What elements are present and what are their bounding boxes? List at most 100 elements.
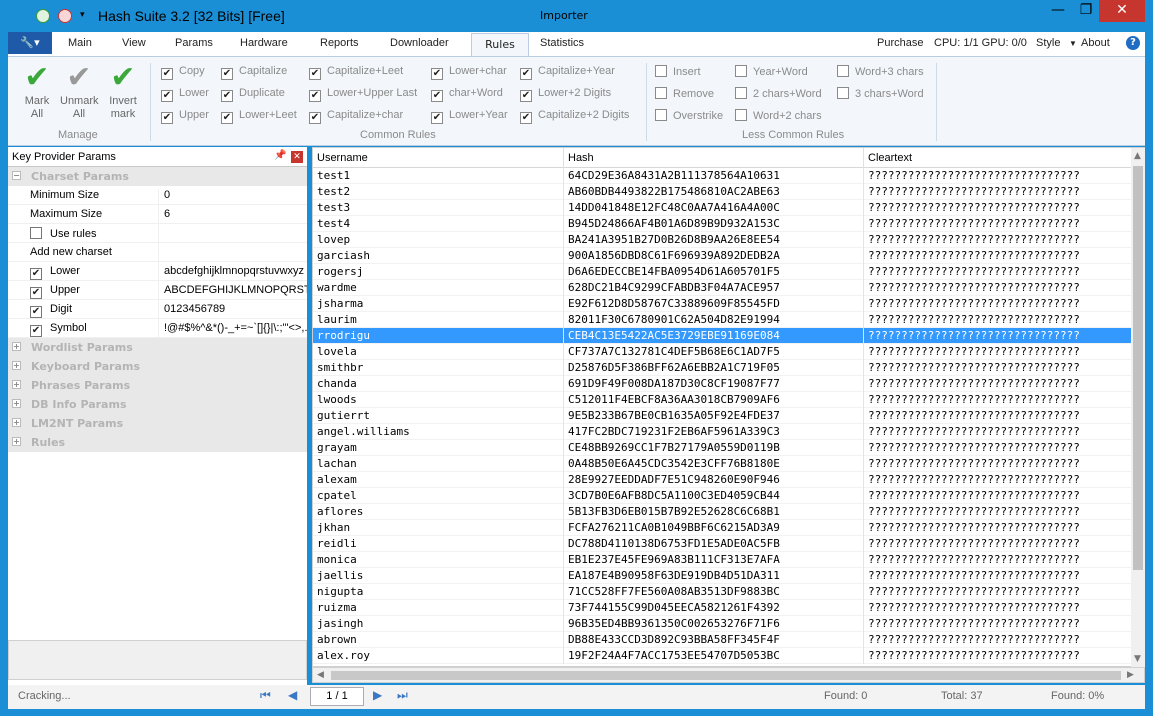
- param-row-lower[interactable]: ✔ Lower abcdefghijklmnopqrstuvwxyz: [8, 262, 307, 284]
- mark-all-button[interactable]: ✔ Mark All: [18, 61, 56, 121]
- scroll-thumb[interactable]: [331, 671, 1121, 680]
- rule-capitalize-char[interactable]: ✔ Capitalize+char: [309, 109, 403, 125]
- table-row[interactable]: test4 B945D24866AF4B01A6D89B9D932A153C???…: [313, 216, 1131, 232]
- last-page-icon[interactable]: ⏭: [397, 688, 408, 703]
- tab-downloader[interactable]: Downloader: [390, 37, 449, 49]
- expand-icon[interactable]: +: [12, 361, 21, 370]
- table-row[interactable]: test1 64CD29E36A8431A2B111378564A10631???…: [313, 168, 1131, 184]
- expand-icon[interactable]: +: [12, 418, 21, 427]
- param-row[interactable]: Minimum Size 0: [8, 186, 307, 208]
- table-row[interactable]: lovep BA241A3951B27D0B26D8B9AA26E8EE54???…: [313, 232, 1131, 248]
- rule-copy[interactable]: ✔ Copy: [161, 65, 205, 81]
- invert-mark-button[interactable]: ✔ Invert mark: [104, 61, 142, 121]
- table-row[interactable]: grayam CE48BB9269CC1F7B27179A0559D0119B??…: [313, 440, 1131, 456]
- rule-lower-2-digits[interactable]: ✔ Lower+2 Digits: [520, 87, 611, 103]
- table-row[interactable]: cpatel 3CD7B0E6AFB8DC5A1100C3ED4059CB44??…: [313, 488, 1131, 504]
- checkbox[interactable]: [30, 227, 42, 239]
- purchase-link[interactable]: Purchase: [877, 37, 923, 49]
- table-row[interactable]: lovela CF737A7C132781C4DEF5B68E6C1AD7F5??…: [313, 344, 1131, 360]
- table-row[interactable]: jasingh 96B35ED4BB9361350C002653276F71F6?…: [313, 616, 1131, 632]
- checkbox[interactable]: ✔: [30, 325, 42, 337]
- style-dropdown-icon[interactable]: ▼: [1069, 39, 1077, 48]
- table-row[interactable]: lwoods C512011F4EBCF8A36AA3018CB7909AF6??…: [313, 392, 1131, 408]
- param-row-upper[interactable]: ✔UpperABCDEFGHIJKLMNOPQRSTUVWXYZ: [8, 281, 307, 303]
- stop-icon[interactable]: [58, 9, 72, 23]
- table-row[interactable]: angel.williams 417FC2BDC719231F2EB6AF5961…: [313, 424, 1131, 440]
- table-row[interactable]: alex.roy 19F2F24A4F7ACC1753EE54707D5053BC…: [313, 648, 1131, 664]
- quick-access-dropdown-icon[interactable]: ▾: [80, 10, 85, 20]
- rule-capitalize-leet[interactable]: ✔ Capitalize+Leet: [309, 65, 403, 81]
- table-row[interactable]: smithbr D25876D5F386BFF62A6EBB2A1C719F05?…: [313, 360, 1131, 376]
- param-row-symbol[interactable]: ✔ Symbol !@#$%^&*()-_+=~`[]{}|\:;"'<>,.?/: [8, 319, 307, 341]
- vertical-scrollbar[interactable]: ▲ ▼: [1131, 148, 1145, 668]
- scroll-down-icon[interactable]: ▼: [1134, 654, 1141, 664]
- rule-remove[interactable]: Remove: [655, 87, 714, 103]
- rule-overstrike[interactable]: Overstrike: [655, 109, 723, 125]
- rule-2chars-word[interactable]: 2 chars+Word: [735, 87, 822, 103]
- category-rules[interactable]: + Rules: [8, 433, 307, 452]
- param-row-use-rules[interactable]: Use rules: [8, 224, 307, 246]
- collapse-icon[interactable]: −: [12, 171, 21, 180]
- table-row[interactable]: abrown DB88E433CCD3D892C93BBA58FF345F4F??…: [313, 632, 1131, 648]
- param-row[interactable]: Maximum Size 6: [8, 205, 307, 227]
- category-phrases-params[interactable]: + Phrases Params: [8, 376, 307, 395]
- table-row[interactable]: nigupta 71CC528FF7FE560A08AB3513DF9883BC?…: [313, 584, 1131, 600]
- previous-page-icon[interactable]: ◀: [288, 688, 297, 702]
- rule-3chars-word[interactable]: 3 chars+Word: [837, 87, 924, 103]
- start-icon[interactable]: [36, 9, 50, 23]
- param-row-digit[interactable]: ✔ Digit 0123456789: [8, 300, 307, 322]
- tab-reports[interactable]: Reports: [320, 37, 359, 49]
- column-header-username[interactable]: Username: [317, 152, 368, 164]
- category-charset-params[interactable]: − Charset Params: [8, 167, 307, 186]
- scroll-thumb[interactable]: [1133, 166, 1143, 570]
- rule-capitalize-year[interactable]: ✔ Capitalize+Year: [520, 65, 615, 81]
- param-row-add-charset[interactable]: Add new charset: [8, 243, 307, 265]
- rule-capitalize-2-digits[interactable]: ✔ Capitalize+2 Digits: [520, 109, 629, 125]
- table-row[interactable]: rogersj D6A6EDECCBE14FBA0954D61A605701F5?…: [313, 264, 1131, 280]
- about-menu[interactable]: About: [1081, 37, 1110, 49]
- panel-close-icon[interactable]: ✕: [291, 151, 303, 163]
- rule-insert[interactable]: Insert: [655, 65, 701, 81]
- checkbox[interactable]: ✔: [30, 268, 42, 280]
- table-row[interactable]: jsharma E92F612D8D58767C33889609F85545FD?…: [313, 296, 1131, 312]
- rule-word-2chars[interactable]: Word+2 chars: [735, 109, 822, 125]
- close-button[interactable]: ✕: [1099, 0, 1145, 22]
- table-row[interactable]: gutierrt 9E5B233B67BE0CB1635A05F92E4FDE37…: [313, 408, 1131, 424]
- rule-year-word[interactable]: Year+Word: [735, 65, 808, 81]
- scroll-up-icon[interactable]: ▲: [1134, 151, 1141, 161]
- rule-char-word[interactable]: ✔ char+Word: [431, 87, 503, 103]
- rule-word-3chars[interactable]: Word+3 chars: [837, 65, 924, 81]
- column-header-hash[interactable]: Hash: [568, 152, 594, 164]
- table-row[interactable]: test2 AB60BDB4493822B175486810AC2ABE63???…: [313, 184, 1131, 200]
- category-db-info-params[interactable]: + DB Info Params: [8, 395, 307, 414]
- expand-icon[interactable]: +: [12, 380, 21, 389]
- rule-duplicate[interactable]: ✔ Duplicate: [221, 87, 285, 103]
- rule-lower-upper-last[interactable]: ✔ Lower+Upper Last: [309, 87, 417, 103]
- tab-main[interactable]: Main: [68, 37, 92, 49]
- expand-icon[interactable]: +: [12, 399, 21, 408]
- help-icon[interactable]: ?: [1126, 36, 1140, 50]
- rule-lower[interactable]: ✔ Lower: [161, 87, 209, 103]
- table-row[interactable]: rrodrigu CEB4C13E5422AC5E3729EBE91169E084…: [313, 328, 1131, 344]
- tab-statistics[interactable]: Statistics: [540, 37, 584, 49]
- checkbox[interactable]: ✔: [30, 287, 42, 299]
- unmark-all-button[interactable]: ✔ Unmark All: [60, 61, 99, 121]
- horizontal-scrollbar[interactable]: ◀ ▶: [312, 667, 1145, 683]
- table-row[interactable]: garciash 900A1856DBD8C61F696939A892DEDB2A…: [313, 248, 1131, 264]
- expand-icon[interactable]: +: [12, 437, 21, 446]
- minimize-button[interactable]: —: [1043, 0, 1073, 22]
- checkbox[interactable]: ✔: [30, 306, 42, 318]
- rule-upper[interactable]: ✔ Upper: [161, 109, 209, 125]
- table-row[interactable]: test3 14DD041848E12FC48C0AA7A416A4A00C???…: [313, 200, 1131, 216]
- table-row[interactable]: lachan 0A48B50E6A45CDC3542E3CFF76B8180E??…: [313, 456, 1131, 472]
- maximize-button[interactable]: ❐: [1071, 0, 1101, 22]
- rule-lower-year[interactable]: ✔ Lower+Year: [431, 109, 508, 125]
- next-page-icon[interactable]: ▶: [373, 688, 382, 702]
- table-row[interactable]: jaellis EA187E4B90958F63DE919DB4D51DA311?…: [313, 568, 1131, 584]
- tab-hardware[interactable]: Hardware: [240, 37, 288, 49]
- page-indicator[interactable]: 1 / 1: [310, 687, 364, 706]
- table-row[interactable]: alexam 28E9927EEDDADF7E51C948260E90F946??…: [313, 472, 1131, 488]
- tab-params[interactable]: Params: [175, 37, 213, 49]
- rule-capitalize[interactable]: ✔ Capitalize: [221, 65, 287, 81]
- table-row[interactable]: monica EB1E237E45FE969A83B111CF313E7AFA??…: [313, 552, 1131, 568]
